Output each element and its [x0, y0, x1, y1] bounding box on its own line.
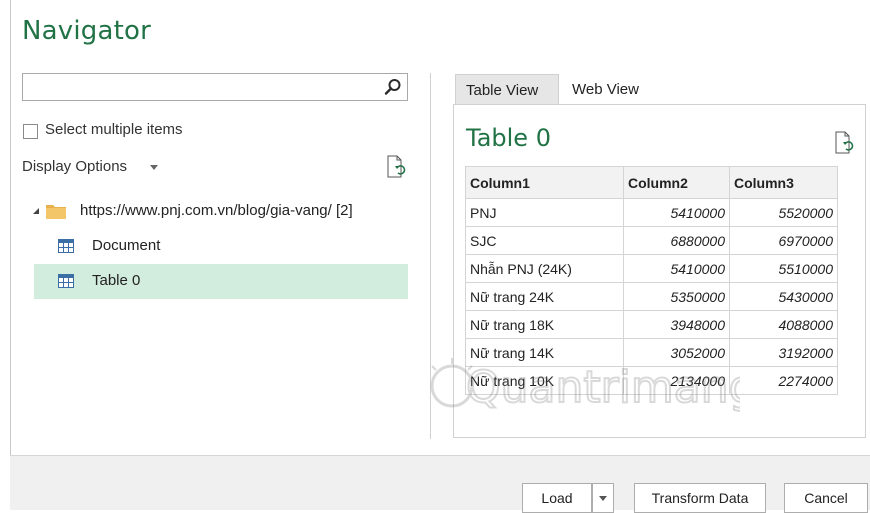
table-cell[interactable]: 5350000 — [623, 282, 730, 311]
load-options-button[interactable] — [592, 483, 614, 513]
table-cell[interactable]: 4088000 — [729, 310, 838, 339]
tree-item-document[interactable]: Document — [92, 237, 160, 254]
search-icon[interactable] — [384, 78, 402, 96]
tree-item-table-0-selected[interactable] — [34, 264, 408, 299]
table-icon — [58, 239, 74, 253]
table-cell[interactable]: Nhẫn PNJ (24K) — [465, 254, 624, 283]
table-cell[interactable]: PNJ — [465, 198, 624, 227]
table-row: Nữ trang 24K 5350000 5430000 — [465, 282, 838, 311]
table-cell[interactable]: Nữ trang 24K — [465, 282, 624, 311]
table-icon — [58, 274, 74, 288]
tab-web-view[interactable]: Web View — [562, 74, 662, 106]
table-cell[interactable]: 5520000 — [729, 198, 838, 227]
table-row: SJC 6880000 6970000 — [465, 226, 838, 255]
table-row: Nữ trang 18K 3948000 4088000 — [465, 310, 838, 339]
dialog-title: Navigator — [22, 16, 152, 46]
column-header[interactable]: Column1 — [465, 166, 624, 199]
tree-item-table-0-label[interactable]: Table 0 — [92, 272, 140, 289]
watermark-logo: Quantrimang — [430, 358, 740, 414]
chevron-down-icon[interactable] — [150, 165, 158, 170]
table-cell[interactable]: SJC — [465, 226, 624, 255]
select-multiple-checkbox[interactable] — [23, 124, 38, 139]
table-cell[interactable]: 2274000 — [729, 366, 838, 395]
tree-root-node[interactable]: https://www.pnj.com.vn/blog/gia-vang/ [2… — [80, 202, 353, 219]
folder-icon — [46, 205, 66, 219]
table-cell[interactable]: 5410000 — [623, 198, 730, 227]
table-cell[interactable]: 5410000 — [623, 254, 730, 283]
column-header[interactable]: Column2 — [623, 166, 730, 199]
expand-triangle-icon[interactable] — [33, 208, 39, 214]
preview-title: Table 0 — [466, 124, 551, 152]
tab-table-view[interactable]: Table View — [455, 74, 559, 106]
refresh-icon[interactable] — [386, 154, 408, 180]
table-cell[interactable]: 6970000 — [729, 226, 838, 255]
refresh-icon[interactable] — [834, 130, 856, 156]
load-button[interactable]: Load — [522, 483, 592, 513]
chevron-down-icon — [599, 495, 607, 501]
table-cell[interactable]: 5510000 — [729, 254, 838, 283]
cancel-button[interactable]: Cancel — [784, 483, 868, 513]
table-cell[interactable]: 6880000 — [623, 226, 730, 255]
watermark-text: Quantrimang — [466, 362, 740, 413]
transform-data-button[interactable]: Transform Data — [634, 483, 766, 513]
table-cell[interactable]: 3192000 — [729, 338, 838, 367]
search-input[interactable] — [22, 73, 408, 101]
table-row: Nhẫn PNJ (24K) 5410000 5510000 — [465, 254, 838, 283]
tab-web-view-label: Web View — [572, 81, 639, 98]
table-header-row: Column1 Column2 Column3 — [465, 166, 838, 199]
display-options-dropdown[interactable]: Display Options — [22, 158, 127, 175]
column-header[interactable]: Column3 — [729, 166, 838, 199]
table-cell[interactable]: 3948000 — [623, 310, 730, 339]
table-cell[interactable]: Nữ trang 18K — [465, 310, 624, 339]
select-multiple-label: Select multiple items — [45, 121, 183, 138]
table-row: PNJ 5410000 5520000 — [465, 198, 838, 227]
table-cell[interactable]: 5430000 — [729, 282, 838, 311]
tab-table-view-label: Table View — [466, 82, 539, 99]
